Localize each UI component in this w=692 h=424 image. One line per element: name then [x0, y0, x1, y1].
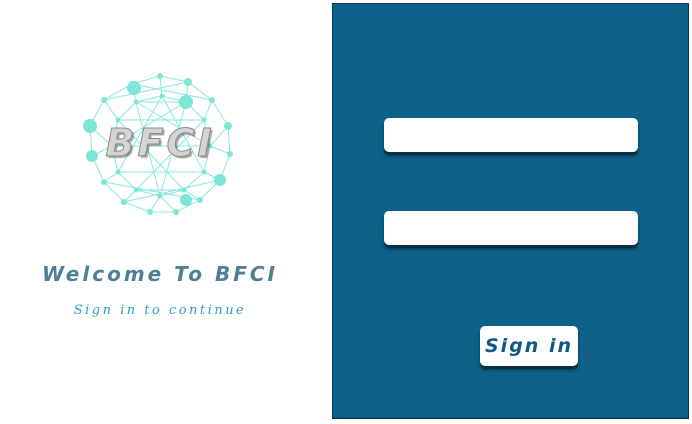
logo-text: BFCI: [105, 121, 215, 166]
login-page: BFCI Welcome To BFCI Sign in to continue…: [0, 0, 692, 424]
welcome-title: Welcome To BFCI: [42, 262, 278, 286]
password-input[interactable]: [384, 211, 638, 245]
brand-area: BFCI Welcome To BFCI Sign in to continue: [0, 0, 332, 424]
login-panel: Sign in: [332, 3, 689, 419]
logo: BFCI: [80, 68, 240, 218]
subtitle: Sign in to continue: [73, 303, 247, 318]
sign-in-button[interactable]: Sign in: [480, 326, 578, 366]
username-input[interactable]: [384, 118, 638, 152]
